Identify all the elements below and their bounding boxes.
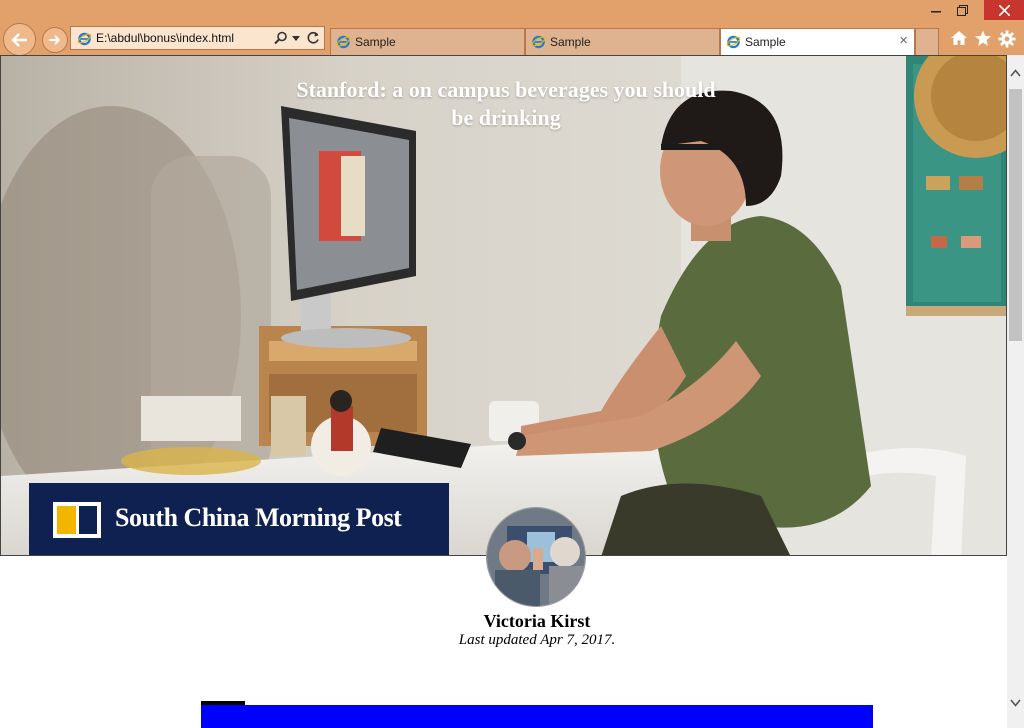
author-name[interactable]: Victoria Kirst [387,611,687,632]
tab-label: Sample [355,35,396,49]
content-block [201,705,873,728]
address-bar[interactable]: E:\abdul\bonus\index.html [70,26,325,50]
article-title: Stanford: a on campus beverages you shou… [296,77,716,130]
ie-page-icon [336,35,351,49]
back-arrow-icon [10,32,27,47]
brand-name: South China Morning Post [115,503,402,532]
last-updated: Last updated Apr 7, 2017. [458,632,616,648]
refresh-icon[interactable] [306,31,320,45]
page-viewport: Stanford: a on campus beverages you shou… [0,55,1007,728]
ie-page-icon [726,35,741,49]
close-icon [998,4,1010,16]
browser-tab-active[interactable]: Sample × [720,28,915,55]
new-tab-button[interactable] [915,28,939,55]
tab-label: Sample [745,35,786,49]
close-window-button[interactable] [984,0,1024,20]
settings-gear-icon[interactable] [998,30,1016,48]
browser-tab[interactable]: Sample [525,28,720,55]
scroll-down-icon[interactable] [1010,699,1021,707]
forward-button[interactable] [42,27,68,53]
restore-button[interactable] [948,0,976,20]
brand-logo-icon [53,502,101,538]
minimize-icon [931,11,941,13]
back-button[interactable] [3,23,36,56]
scroll-up-icon[interactable] [1010,69,1021,77]
hero-banner: Stanford: a on campus beverages you shou… [0,55,1007,556]
ie-page-icon [531,35,546,49]
brand-banner[interactable]: South China Morning Post [29,483,449,555]
tab-label: Sample [550,35,591,49]
browser-chrome: E:\abdul\bonus\index.html Sample Sample … [0,0,1024,56]
restore-icon [956,4,968,16]
tab-close-icon[interactable]: × [899,32,908,49]
avatar-photo [487,508,585,606]
author-avatar [486,507,586,607]
home-icon[interactable] [950,30,968,46]
scrollbar-thumb[interactable] [1009,89,1022,341]
favorites-star-icon[interactable] [974,30,992,47]
vertical-scrollbar[interactable] [1007,55,1024,728]
minimize-button[interactable] [922,0,950,20]
address-url[interactable]: E:\abdul\bonus\index.html [96,31,234,45]
chevron-down-icon[interactable] [292,36,300,41]
browser-tab[interactable]: Sample [330,28,525,55]
search-icon[interactable] [274,31,288,45]
forward-arrow-icon [49,35,61,45]
ie-page-icon [77,32,92,46]
